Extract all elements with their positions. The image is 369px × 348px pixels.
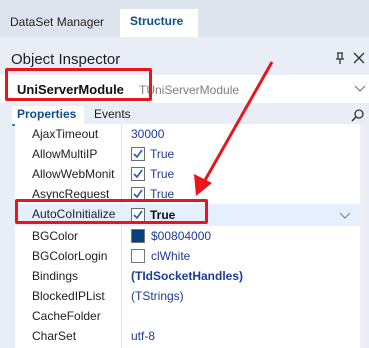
chevron-down-icon[interactable]	[339, 209, 351, 219]
tab-events[interactable]: Events	[94, 106, 131, 126]
property-checkbox[interactable]	[131, 147, 145, 161]
property-grid: AjaxTimeout 30000 AllowMultiIP True Allo…	[15, 124, 364, 348]
search-icon[interactable]	[351, 108, 365, 122]
chevron-down-icon[interactable]	[354, 82, 366, 94]
inspector-tabs: Properties Events	[0, 106, 369, 126]
property-row-selected[interactable]: AutoCoInitialize True	[15, 204, 360, 226]
property-checkbox[interactable]	[131, 167, 145, 181]
property-row[interactable]: BGColorLogin clWhite	[15, 246, 360, 266]
color-swatch	[131, 249, 145, 263]
checkmark-icon	[133, 149, 143, 159]
property-value[interactable]: utf-8	[131, 329, 155, 343]
property-row[interactable]: AllowWebMonit True	[15, 164, 360, 184]
property-name: AjaxTimeout	[32, 127, 99, 141]
property-value[interactable]: (TIdSocketHandles)	[131, 269, 243, 283]
property-value[interactable]: (TStrings)	[131, 289, 184, 303]
pin-icon[interactable]	[333, 51, 347, 65]
panel-title: Object Inspector	[11, 51, 121, 68]
property-row[interactable]: BGColor $00804000	[15, 226, 360, 246]
scrollbar[interactable]	[360, 124, 364, 348]
property-value[interactable]: $00804000	[151, 229, 211, 243]
property-row[interactable]: AsyncRequest True	[15, 184, 360, 204]
property-name: AsyncRequest	[32, 187, 110, 201]
property-value: True	[150, 187, 175, 201]
tab-properties[interactable]: Properties	[12, 106, 84, 126]
property-row[interactable]: Bindings (TIdSocketHandles)	[15, 266, 360, 286]
property-row[interactable]: AjaxTimeout 30000	[15, 124, 360, 144]
property-name: CacheFolder	[32, 309, 101, 323]
object-class: TUniServerModule	[139, 83, 240, 97]
tab-structure[interactable]: Structure	[120, 9, 198, 37]
property-checkbox[interactable]	[131, 208, 145, 222]
checkmark-icon	[133, 189, 143, 199]
property-value: True	[150, 167, 175, 181]
document-tab-bar: DataSet Manager Structure	[0, 0, 369, 37]
checkmark-icon	[133, 169, 143, 179]
property-value[interactable]: 30000	[131, 127, 164, 141]
property-row[interactable]: CharSet utf-8	[15, 326, 360, 346]
property-name: BGColorLogin	[32, 249, 108, 263]
property-name: AllowWebMonit	[32, 167, 115, 181]
property-name: BlockedIPList	[32, 289, 105, 303]
object-name: UniServerModule	[17, 82, 124, 97]
property-name: BGColor	[32, 229, 79, 243]
property-checkbox[interactable]	[131, 187, 145, 201]
property-name: Bindings	[32, 269, 79, 283]
property-value: True	[150, 208, 176, 222]
property-name: AutoCoInitialize	[32, 207, 116, 221]
tab-dataset-manager[interactable]: DataSet Manager	[10, 10, 104, 37]
object-selector[interactable]: UniServerModule TUniServerModule	[0, 75, 369, 103]
property-name: CharSet	[32, 329, 77, 343]
property-row[interactable]: CacheFolder	[15, 306, 360, 326]
object-inspector-panel: Object Inspector UniServerModule TUniSer…	[0, 37, 369, 348]
property-name: AllowMultiIP	[32, 147, 98, 161]
property-value[interactable]: clWhite	[151, 249, 190, 263]
close-icon[interactable]	[352, 51, 366, 65]
property-value: True	[150, 147, 175, 161]
checkmark-icon	[133, 210, 143, 220]
property-row[interactable]: BlockedIPList (TStrings)	[15, 286, 360, 306]
color-swatch	[131, 229, 145, 243]
property-row[interactable]: AllowMultiIP True	[15, 144, 360, 164]
